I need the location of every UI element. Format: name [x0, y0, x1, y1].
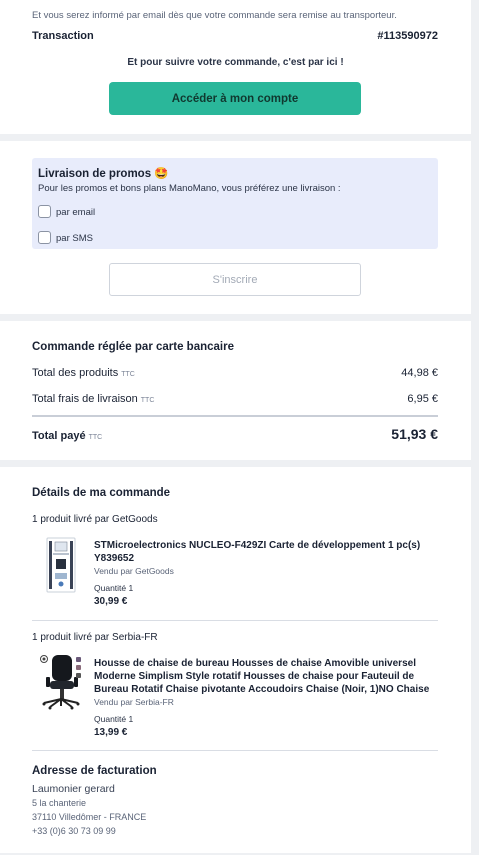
quantity-nucleo: Quantité 1 — [94, 583, 134, 593]
paid-ttc: TTC — [88, 434, 103, 441]
group-divider-1 — [32, 620, 438, 621]
email-option-label[interactable]: par email — [56, 207, 95, 218]
billing-name: Laumonier gerard — [32, 783, 115, 795]
office-chair-icon — [40, 655, 81, 710]
transaction-number: #113590972 — [377, 30, 438, 42]
sms-checkbox[interactable] — [38, 231, 51, 244]
account-button[interactable]: Accéder à mon compte — [109, 82, 361, 115]
paid-total-text: Total payé — [32, 430, 86, 442]
email-checkbox[interactable] — [38, 205, 51, 218]
product-image-chair[interactable] — [38, 653, 84, 711]
paid-total-label: Total payé TTC — [32, 430, 102, 442]
billing-phone: +33 (0)6 30 73 09 99 — [32, 826, 116, 836]
product-image-nucleo[interactable] — [46, 537, 76, 593]
circuit-board-icon — [46, 537, 76, 593]
shipping-total-label: Total frais de livraison TTC — [32, 393, 154, 405]
billing-city: 37110 Villedômer - FRANCE — [32, 812, 147, 822]
product-title-nucleo[interactable]: STMicroelectronics NUCLEO-F429ZI Carte d… — [94, 539, 434, 565]
follow-order-text: Et pour suivre votre commande, c'est par… — [127, 57, 344, 68]
shipping-ttc: TTC — [140, 397, 155, 404]
sold-by-serbia: Vendu par Serbia-FR — [94, 697, 174, 707]
products-ttc: TTC — [121, 371, 135, 378]
order-confirmation-card: Et vous serez informé par email dès que … — [0, 0, 471, 134]
paid-total-value: 51,93 € — [391, 426, 438, 442]
seller-heading-getgoods: 1 produit livré par GetGoods — [32, 514, 158, 525]
sold-by-getgoods: Vendu par GetGoods — [94, 566, 174, 576]
group-divider-2 — [32, 750, 438, 751]
payment-card: Commande réglée par carte bancaire Total… — [0, 321, 471, 460]
total-divider — [32, 415, 438, 417]
transaction-label: Transaction — [32, 30, 94, 42]
products-total-label: Total des produits TTC — [32, 367, 135, 379]
sms-option-label[interactable]: par SMS — [56, 233, 93, 244]
products-total-text: Total des produits — [32, 367, 119, 379]
payment-title: Commande réglée par carte bancaire — [32, 341, 234, 353]
promo-card: Livraison de promos 🤩 Pour les promos et… — [0, 141, 471, 314]
details-title: Détails de ma commande — [32, 487, 171, 499]
price-nucleo: 30,99 € — [94, 596, 128, 607]
product-title-chair[interactable]: Housse de chaise de bureau Housses de ch… — [94, 657, 438, 696]
billing-title: Adresse de facturation — [32, 765, 157, 777]
products-total-value: 44,98 € — [401, 367, 438, 379]
info-text: Et vous serez informé par email dès que … — [32, 10, 397, 21]
promo-subtitle: Pour les promos et bons plans ManoMano, … — [38, 183, 341, 194]
quantity-chair: Quantité 1 — [94, 714, 134, 724]
shipping-total-text: Total frais de livraison — [32, 393, 138, 405]
seller-heading-serbia: 1 produit livré par Serbia-FR — [32, 632, 158, 643]
subscribe-button[interactable]: S'inscrire — [109, 263, 361, 296]
promo-title: Livraison de promos 🤩 — [38, 168, 169, 180]
billing-street: 5 la chanterie — [32, 798, 87, 808]
order-details-card: Détails de ma commande 1 produit livré p… — [0, 467, 471, 853]
shipping-total-value: 6,95 € — [407, 393, 438, 405]
promo-box: Livraison de promos 🤩 Pour les promos et… — [32, 158, 438, 249]
price-chair: 13,99 € — [94, 727, 128, 738]
